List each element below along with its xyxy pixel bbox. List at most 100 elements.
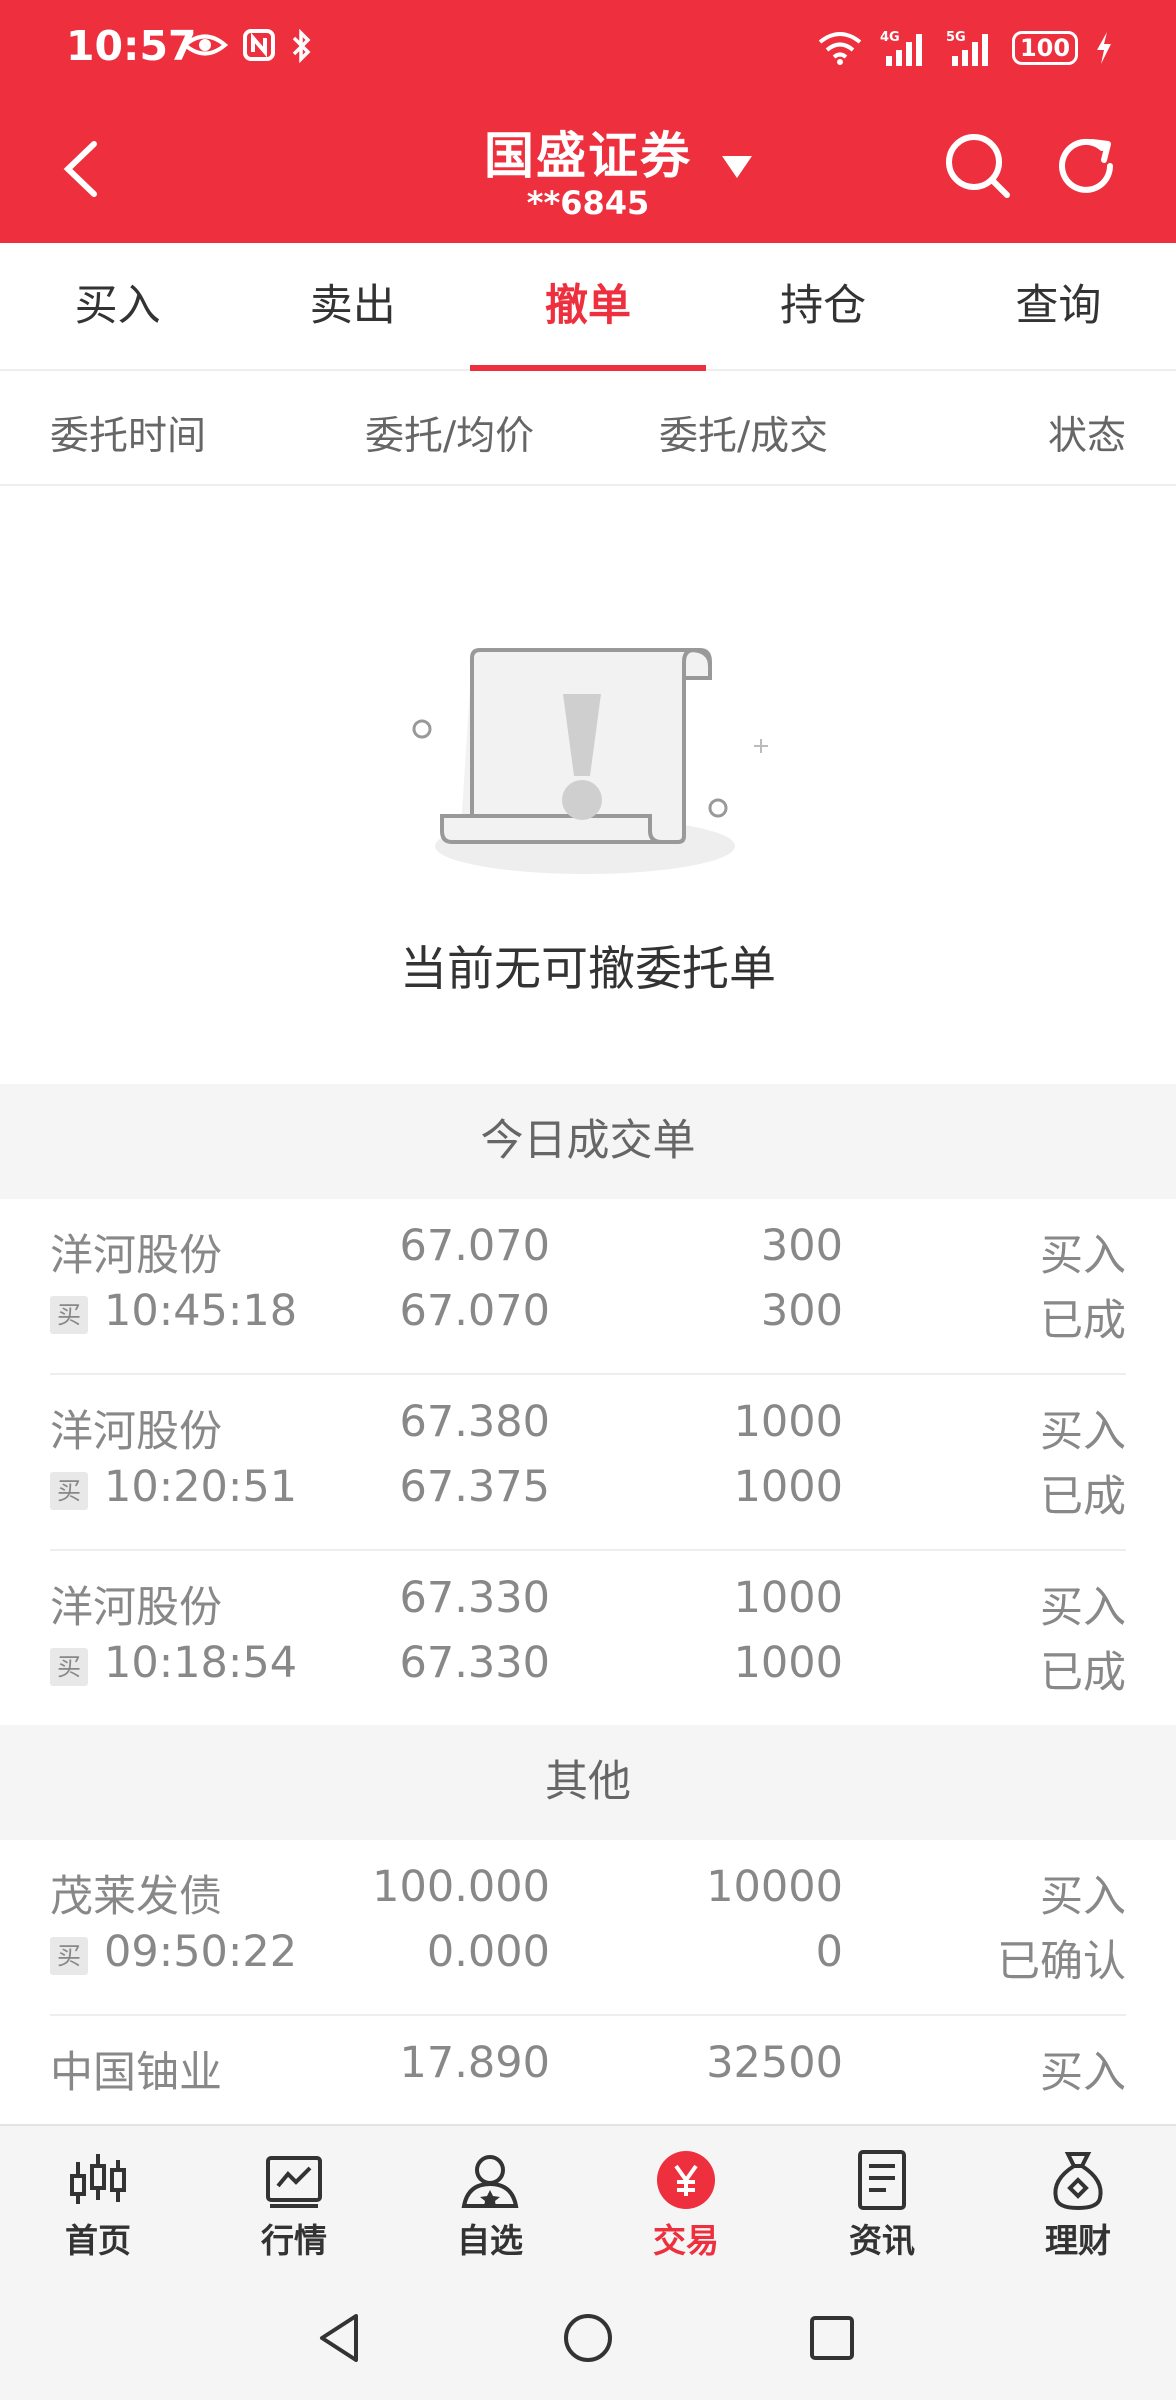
order-row[interactable]: 洋河股份 67.380 1000 买入 买 10:20:51 67.375 10…: [0, 1375, 1176, 1551]
nav-watchlist[interactable]: 自选: [392, 2126, 588, 2274]
nav-home[interactable]: 首页: [0, 2126, 196, 2274]
order-row[interactable]: 洋河股份 67.070 300 买入 买 10:45:18 67.070 300…: [0, 1199, 1176, 1375]
order-price: 17.890: [399, 2038, 550, 2088]
order-time: 09:50:22: [104, 1927, 298, 1977]
tab-cancel[interactable]: 撤单: [470, 243, 706, 371]
candlestick-icon: [70, 2154, 126, 2204]
order-qty: 10000: [706, 1862, 843, 1912]
user-star-icon: [461, 2155, 519, 2208]
order-qty: 300: [760, 1221, 843, 1271]
yuan-icon: [657, 2151, 715, 2209]
order-time: 10:20:51: [104, 1462, 298, 1512]
nav-label: 行情: [261, 2221, 327, 2260]
empty-message: 当前无可撤委托单: [400, 942, 776, 997]
document-icon: [858, 2150, 906, 2210]
tab-query[interactable]: 查询: [941, 243, 1176, 369]
app-header: 10:57 4G 5G 100 国盛证券 **6845: [0, 0, 1176, 243]
buy-tag: 买: [50, 1296, 88, 1334]
bottom-nav: 首页 行情 自选 交易 资讯 理财: [0, 2124, 1176, 2274]
order-qty: 32500: [706, 2038, 843, 2088]
nfc-icon: [243, 29, 275, 61]
order-status: 已确认: [997, 1937, 1126, 1987]
empty-scroll-exclamation-icon: [412, 648, 768, 874]
order-side: 买入: [1040, 1231, 1126, 1281]
order-side: 买入: [1040, 1407, 1126, 1457]
avg-price: 67.330: [399, 1638, 550, 1688]
stock-name: 中国铀业: [50, 2048, 222, 2098]
chart-line-icon: [266, 2156, 322, 2208]
tab-holdings[interactable]: 持仓: [706, 243, 941, 369]
order-side: 买入: [1040, 1872, 1126, 1922]
filled-qty: 300: [760, 1286, 843, 1336]
order-price: 67.070: [399, 1221, 550, 1271]
status-bar: 10:57 4G 5G 100: [0, 0, 1176, 100]
avg-price: 67.375: [399, 1462, 550, 1512]
filled-qty: 1000: [733, 1462, 843, 1512]
nav-news[interactable]: 资讯: [784, 2126, 980, 2274]
nav-market[interactable]: 行情: [196, 2126, 392, 2274]
buy-tag: 买: [50, 1937, 88, 1975]
stock-name: 洋河股份: [50, 1407, 222, 1457]
order-price: 67.380: [399, 1397, 550, 1447]
tab-sell[interactable]: 卖出: [235, 243, 470, 369]
system-back-icon[interactable]: [312, 2310, 368, 2366]
col-qty: 委托/成交: [659, 414, 829, 459]
order-price: 67.330: [399, 1573, 550, 1623]
battery-icon: 100: [1012, 31, 1078, 65]
order-row[interactable]: 茂莱发债 100.000 10000 买入 买 09:50:22 0.000 0…: [0, 1840, 1176, 2016]
column-header: 委托时间 委托/均价 委托/成交 状态: [0, 371, 1176, 486]
filled-qty: 0: [815, 1927, 843, 1977]
status-time: 10:57: [66, 22, 197, 70]
order-side: 买入: [1040, 2048, 1126, 2098]
order-time: 10:18:54: [104, 1638, 298, 1688]
eye-icon: [182, 34, 228, 56]
nav-bar: 国盛证券 **6845: [0, 100, 1176, 243]
nav-label: 自选: [457, 2221, 523, 2260]
wifi-icon: [818, 32, 862, 65]
bluetooth-icon: [292, 28, 311, 64]
buy-tag: 买: [50, 1648, 88, 1686]
nav-label: 理财: [1045, 2221, 1111, 2260]
order-qty: 1000: [733, 1397, 843, 1447]
nav-label: 资讯: [849, 2221, 915, 2260]
signal-4g-icon: 4G: [880, 30, 922, 66]
nav-wealth[interactable]: 理财: [980, 2126, 1176, 2274]
system-recents-icon[interactable]: [804, 2310, 860, 2366]
stock-name: 洋河股份: [50, 1583, 222, 1633]
col-time: 委托时间: [50, 414, 207, 459]
nav-trade[interactable]: 交易: [588, 2126, 784, 2274]
order-qty: 1000: [733, 1573, 843, 1623]
nav-label: 交易: [653, 2221, 719, 2260]
stock-name: 洋河股份: [50, 1231, 222, 1281]
avg-price: 67.070: [399, 1286, 550, 1336]
refresh-icon[interactable]: [1052, 132, 1120, 200]
order-row[interactable]: 洋河股份 67.330 1000 买入 买 10:18:54 67.330 10…: [0, 1551, 1176, 1727]
chevron-down-icon: [722, 156, 752, 178]
svg-text:4G: 4G: [880, 30, 900, 45]
order-status: 已成: [1040, 1296, 1126, 1346]
order-price: 100.000: [372, 1862, 550, 1912]
svg-text:5G: 5G: [946, 30, 966, 45]
filled-qty: 1000: [733, 1638, 843, 1688]
page-title: 国盛证券: [484, 127, 692, 185]
stock-name: 茂莱发债: [50, 1872, 222, 1922]
col-price: 委托/均价: [365, 414, 535, 459]
order-status: 已成: [1040, 1648, 1126, 1698]
signal-5g-icon: 5G: [946, 30, 988, 66]
trade-tabs: 买入 卖出 撤单 持仓 查询: [0, 243, 1176, 371]
tab-buy[interactable]: 买入: [0, 243, 235, 369]
order-row[interactable]: 中国铀业 17.890 32500 买入: [0, 2016, 1176, 2124]
system-home-icon[interactable]: [560, 2310, 616, 2366]
buy-tag: 买: [50, 1472, 88, 1510]
money-bag-icon: [1053, 2152, 1103, 2210]
section-other-header: 其他: [0, 1725, 1176, 1840]
avg-price: 0.000: [426, 1927, 550, 1977]
nav-label: 首页: [65, 2221, 131, 2260]
order-status: 已成: [1040, 1472, 1126, 1522]
empty-state: 当前无可撤委托单: [0, 486, 1176, 1084]
search-icon[interactable]: [944, 132, 1012, 200]
order-time: 10:45:18: [104, 1286, 298, 1336]
order-side: 买入: [1040, 1583, 1126, 1633]
section-today-header: 今日成交单: [0, 1084, 1176, 1199]
charging-icon: [1097, 32, 1111, 64]
